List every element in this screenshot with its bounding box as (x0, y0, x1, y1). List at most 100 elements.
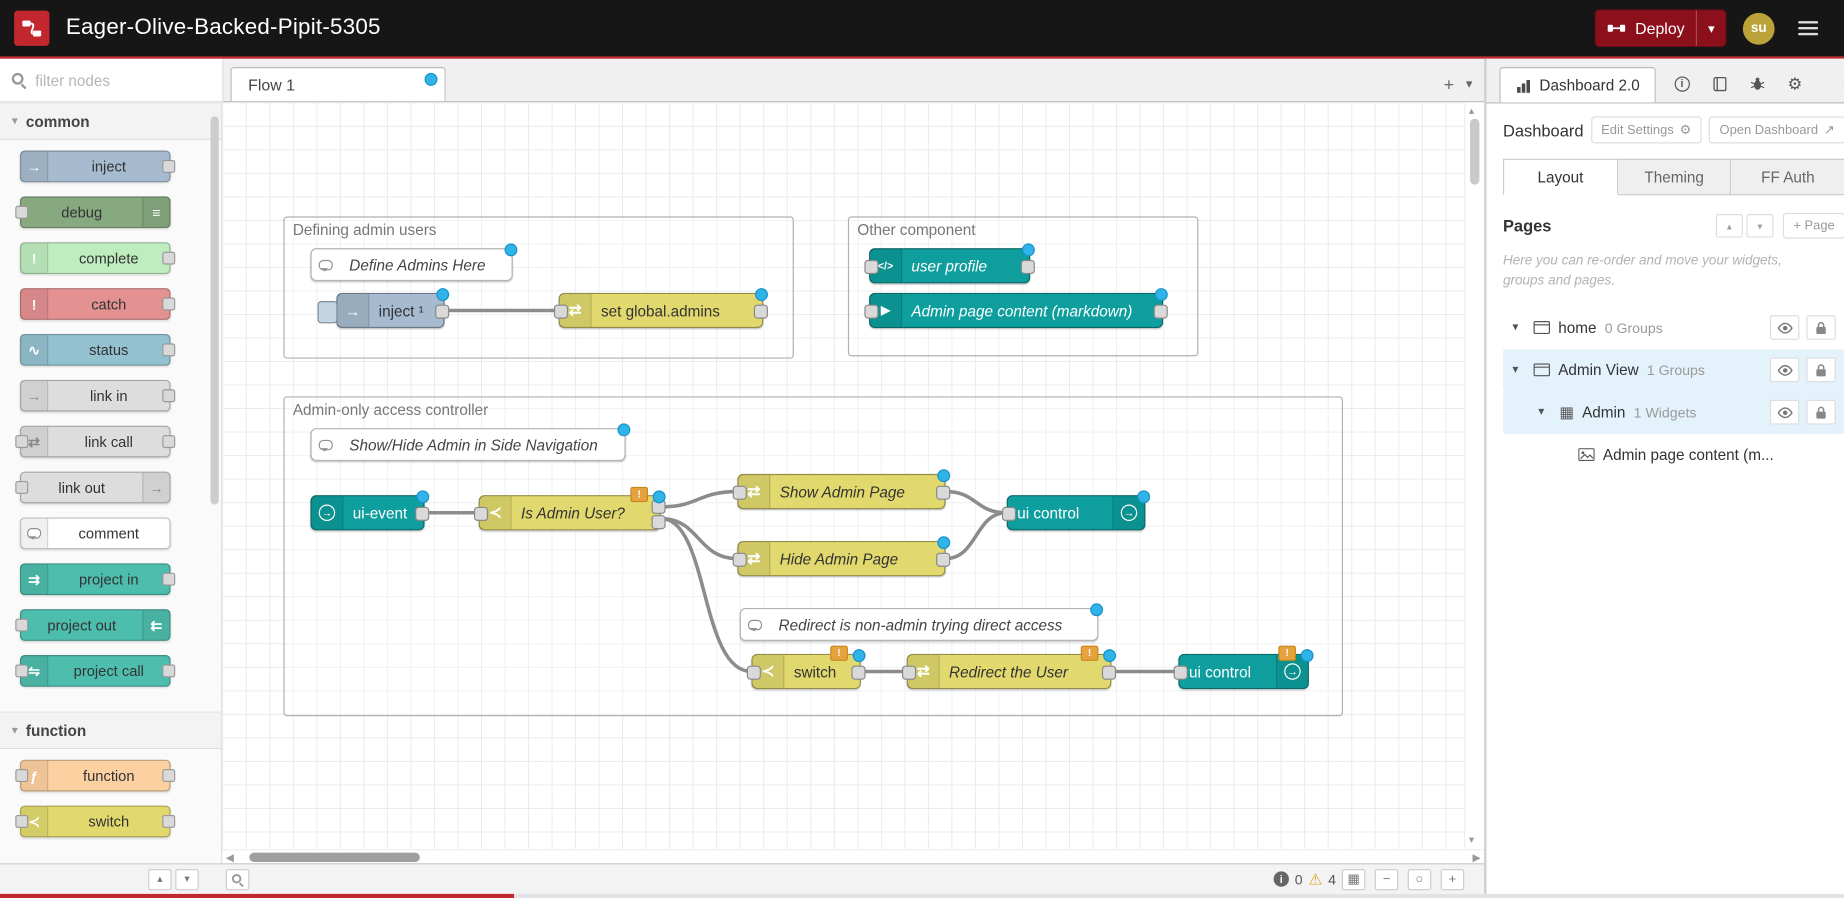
palette-node-link-out[interactable]: →link out (20, 472, 171, 504)
output-port[interactable] (936, 486, 950, 500)
settings-gear-icon[interactable]: ⚙ (1786, 74, 1805, 93)
chevron-down-icon[interactable]: ▾ (1512, 321, 1525, 334)
scroll-down-icon[interactable]: ▾ (1469, 834, 1474, 847)
palette-category-common[interactable]: ▾common (0, 103, 221, 141)
output-port[interactable] (1154, 305, 1168, 319)
horizontal-scroll-track[interactable] (237, 851, 1468, 865)
node-comment-redirect-non-admin[interactable]: Redirect is non-admin trying direct acce… (740, 608, 1099, 641)
vertical-scroll-thumb[interactable] (1470, 119, 1479, 185)
tab-ff-auth[interactable]: FF Auth (1732, 159, 1844, 195)
palette-node-project-call[interactable]: ⇋project call (20, 656, 171, 688)
visibility-toggle[interactable] (1770, 358, 1799, 383)
palette-node-project-out[interactable]: ⇇project out (20, 610, 171, 642)
node-user-profile[interactable]: </> user profile (869, 249, 1030, 284)
flow-list-caret-icon[interactable]: ▾ (1466, 79, 1473, 92)
lock-toggle[interactable] (1807, 358, 1836, 383)
input-port[interactable] (733, 553, 747, 567)
deploy-options-caret-icon[interactable]: ▾ (1698, 21, 1726, 36)
canvas-vertical-scrollbar[interactable]: ▴ ▾ (1464, 103, 1484, 850)
palette-node-project-in[interactable]: ⇉project in (20, 564, 171, 596)
input-port[interactable] (864, 305, 878, 319)
open-dashboard-button[interactable]: Open Dashboard ↗ (1709, 116, 1844, 143)
input-port[interactable] (864, 260, 878, 274)
node-inject[interactable]: → inject ¹ (336, 293, 444, 328)
node-redirect-the-user[interactable]: ⇄ Redirect the User ! (907, 654, 1112, 689)
info-icon[interactable]: i (1673, 74, 1692, 93)
deploy-button[interactable]: Deploy ▾ (1595, 9, 1726, 47)
debug-icon[interactable] (1748, 74, 1767, 93)
input-port[interactable] (554, 305, 568, 319)
node-admin-page-content[interactable]: ▶ Admin page content (markdown) (869, 293, 1163, 328)
output-port[interactable] (936, 553, 950, 567)
zoom-reset-button[interactable]: ○ (1408, 869, 1432, 890)
node-set-global-admins[interactable]: ⇄ set global.admins (559, 293, 764, 328)
palette-scrollbar[interactable] (211, 117, 219, 505)
output-port[interactable] (1102, 666, 1116, 680)
visibility-toggle[interactable] (1770, 400, 1799, 425)
input-port[interactable] (902, 666, 916, 680)
group-row-admin[interactable]: ▾ ▦ Admin 1 Widgets (1503, 391, 1844, 433)
output-port-2[interactable] (652, 516, 666, 530)
palette-node-link-call[interactable]: ⇄link call (20, 426, 171, 458)
search-flows-button[interactable] (226, 869, 250, 890)
lock-toggle[interactable] (1807, 400, 1836, 425)
page-row-admin-view[interactable]: ▾ Admin View 1 Groups (1503, 349, 1844, 391)
widget-row-admin-page-content[interactable]: Admin page content (m... (1503, 433, 1844, 475)
scroll-left-icon[interactable]: ◀ (222, 851, 237, 864)
output-port[interactable] (435, 305, 449, 319)
palette-node-status[interactable]: ∿status (20, 334, 171, 366)
input-port[interactable] (733, 486, 747, 500)
tab-dashboard-2[interactable]: Dashboard 2.0 (1499, 67, 1656, 102)
scroll-right-icon[interactable]: ▶ (1469, 851, 1484, 864)
navigator-button[interactable]: ▦ (1342, 869, 1366, 890)
output-port[interactable] (415, 507, 429, 521)
footer-collapse-button[interactable]: ▴ (148, 869, 172, 890)
canvas-horizontal-scrollbar[interactable]: ◀ ▶ (222, 850, 1484, 865)
palette-node-debug[interactable]: ≡debug (20, 197, 171, 229)
zoom-in-button[interactable]: + (1441, 869, 1465, 890)
tab-theming[interactable]: Theming (1618, 159, 1732, 195)
flow-canvas[interactable]: Defining admin users Other component Adm… (222, 103, 1464, 850)
input-port[interactable] (747, 666, 761, 680)
input-port[interactable] (474, 507, 488, 521)
palette-node-comment[interactable]: comment (20, 518, 171, 550)
footer-expand-button[interactable]: ▾ (175, 869, 199, 890)
palette-node-switch[interactable]: ≺switch (20, 806, 171, 838)
palette-node-catch[interactable]: !catch (20, 289, 171, 321)
palette-search-input[interactable]: filter nodes (0, 59, 223, 103)
visibility-toggle[interactable] (1770, 315, 1799, 340)
node-comment-show-hide-admin[interactable]: Show/Hide Admin in Side Navigation (310, 429, 625, 462)
node-switch[interactable]: ≺ switch ! (751, 654, 860, 689)
scroll-up-icon[interactable]: ▴ (1469, 105, 1474, 118)
tab-flow-1[interactable]: Flow 1 (230, 67, 445, 101)
horizontal-scroll-thumb[interactable] (249, 853, 420, 862)
palette-node-inject[interactable]: →inject (20, 151, 171, 183)
palette-node-complete[interactable]: !complete (20, 243, 171, 275)
add-flow-button[interactable]: + (1444, 77, 1454, 95)
main-menu-icon[interactable] (1791, 16, 1825, 40)
edit-settings-button[interactable]: Edit Settings ⚙ (1591, 116, 1702, 143)
output-port[interactable] (1021, 260, 1035, 274)
pages-collapse-button[interactable]: ▴ (1716, 214, 1743, 238)
zoom-out-button[interactable]: − (1375, 869, 1399, 890)
output-port[interactable] (851, 666, 865, 680)
group-defining-admin-users[interactable]: Defining admin users (283, 217, 793, 359)
palette-node-link-in[interactable]: →link in (20, 380, 171, 412)
docs-icon[interactable] (1710, 74, 1729, 93)
palette-node-function[interactable]: ƒfunction (20, 760, 171, 792)
node-comment-define-admins-here[interactable]: Define Admins Here (310, 249, 512, 282)
add-page-button[interactable]: + Page (1783, 213, 1844, 239)
palette-category-function[interactable]: ▾function (0, 712, 221, 750)
output-port[interactable] (754, 305, 768, 319)
node-is-admin-user[interactable]: ≺ Is Admin User? ! (479, 496, 661, 531)
page-row-home[interactable]: ▾ home 0 Groups (1503, 306, 1844, 348)
node-hide-admin-page[interactable]: ⇄ Hide Admin Page (737, 541, 945, 576)
node-ui-control-1[interactable]: → ui control (1007, 496, 1146, 531)
lock-toggle[interactable] (1807, 315, 1836, 340)
input-port[interactable] (1174, 666, 1188, 680)
chevron-down-icon[interactable]: ▾ (1512, 363, 1525, 376)
inject-button[interactable] (318, 302, 338, 324)
input-port[interactable] (1002, 507, 1016, 521)
node-ui-control-2[interactable]: → ui control ! (1178, 654, 1309, 689)
group-other-component[interactable]: Other component (848, 217, 1198, 357)
